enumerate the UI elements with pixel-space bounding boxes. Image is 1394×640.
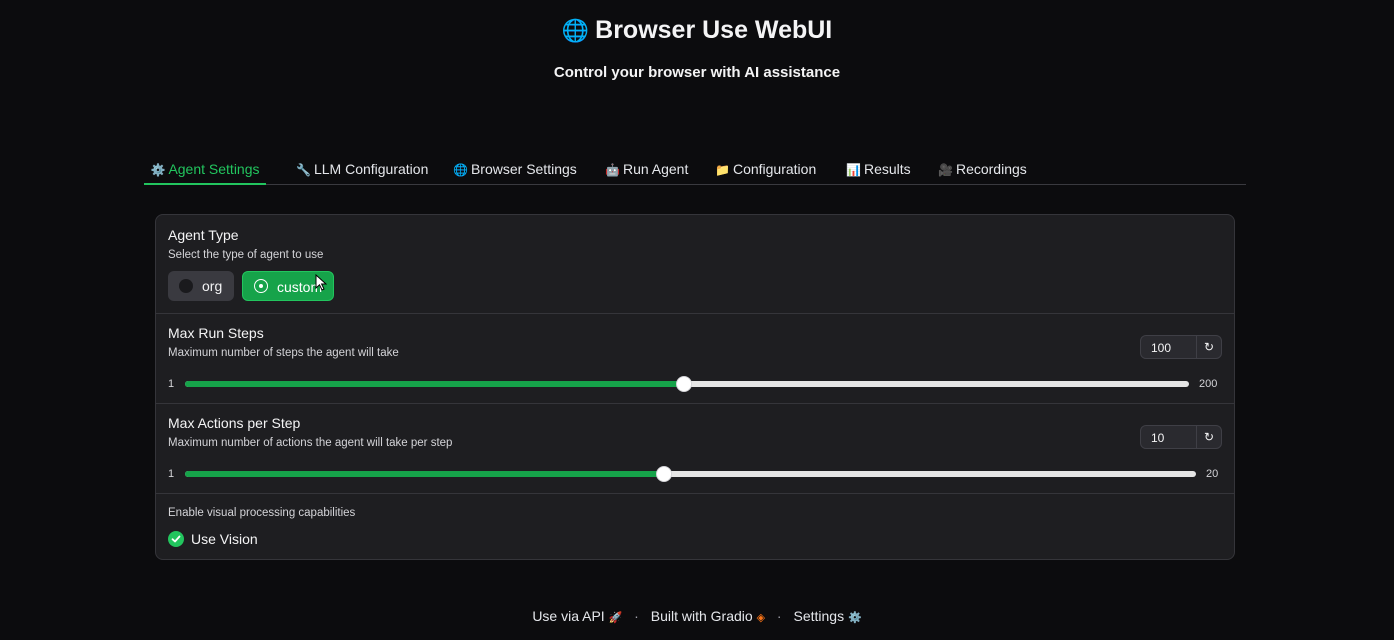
folder-icon: 📁 <box>715 163 730 177</box>
settings-link[interactable]: Settings ⚙️ <box>793 608 861 624</box>
max-actions-number: ↻ <box>1140 425 1222 450</box>
bar-chart-icon: 📊 <box>846 163 861 177</box>
built-with-gradio-link[interactable]: Built with Gradio ◈ <box>651 608 765 624</box>
page-title: 🌐 Browser Use WebUI <box>561 16 833 44</box>
footer: Use via API 🚀 · Built with Gradio ◈ · Se… <box>0 608 1394 624</box>
gradio-logo-icon: ◈ <box>756 612 766 624</box>
tab-results[interactable]: 📊 Results <box>846 154 911 184</box>
slider-min: 1 <box>168 378 175 390</box>
max-run-steps-number: ↻ <box>1140 335 1222 360</box>
slider-max: 200 <box>1199 378 1218 390</box>
tab-run-agent[interactable]: 🤖 Run Agent <box>605 154 688 184</box>
max-actions-label: Max Actions per Step <box>168 415 301 431</box>
agent-type-info: Select the type of agent to use <box>168 249 324 261</box>
agent-settings-panel: Agent Type Select the type of agent to u… <box>155 214 1235 560</box>
max-run-steps-slider[interactable] <box>185 376 1189 392</box>
use-via-api-link[interactable]: Use via API 🚀 <box>532 608 622 624</box>
tab-configuration[interactable]: 📁 Configuration <box>715 154 816 184</box>
separator: · <box>634 608 639 624</box>
max-actions-info: Maximum number of actions the agent will… <box>168 437 453 449</box>
robot-icon: 🤖 <box>605 163 620 177</box>
tab-recordings[interactable]: 🎥 Recordings <box>938 154 1027 184</box>
separator: · <box>776 608 782 624</box>
gear-icon: ⚙️ <box>847 612 862 624</box>
film-icon: 🎥 <box>938 163 953 177</box>
gear-icon: ⚙️ <box>150 163 166 177</box>
max-run-steps-info: Maximum number of steps the agent will t… <box>168 347 399 359</box>
globe-icon: 🌐 <box>453 163 468 177</box>
max-actions-input[interactable] <box>1149 426 1198 450</box>
reset-icon[interactable]: ↻ <box>1196 336 1221 358</box>
max-run-steps-section: Max Run Steps Maximum number of steps th… <box>156 313 1234 404</box>
slider-max: 20 <box>1206 468 1219 480</box>
tab-browser-settings[interactable]: 🌐 Browser Settings <box>453 154 577 184</box>
check-icon <box>171 535 181 543</box>
tab-bar: ⚙️ Agent Settings 🔧 LLM Configuration 🌐 Bro… <box>144 154 1246 185</box>
max-actions-slider[interactable] <box>185 466 1196 482</box>
radio-dot-selected <box>254 279 268 293</box>
agent-type-label: Agent Type <box>168 227 239 243</box>
page-subtitle: Control your browser with AI assistance <box>553 64 841 81</box>
max-actions-section: Max Actions per Step Maximum number of a… <box>156 403 1234 494</box>
rocket-icon: 🚀 <box>608 612 623 624</box>
vision-info: Enable visual processing capabilities <box>168 507 356 519</box>
reset-icon[interactable]: ↻ <box>1196 426 1221 448</box>
wrench-icon: 🔧 <box>296 163 311 177</box>
max-run-steps-label: Max Run Steps <box>168 325 264 341</box>
globe-icon: 🌐 <box>561 18 590 43</box>
radio-org[interactable]: org <box>168 271 234 301</box>
agent-type-section: Agent Type Select the type of agent to u… <box>156 215 1234 314</box>
slider-fill <box>185 471 664 477</box>
radio-dot <box>179 279 193 293</box>
slider-fill <box>185 381 685 387</box>
use-vision-checkbox[interactable] <box>168 531 184 547</box>
tab-agent-settings[interactable]: ⚙️ Agent Settings <box>144 154 266 185</box>
max-run-steps-input[interactable] <box>1149 336 1198 360</box>
use-vision-label: Use Vision <box>191 531 258 547</box>
slider-thumb[interactable] <box>655 466 672 482</box>
tab-llm-configuration[interactable]: 🔧 LLM Configuration <box>296 154 428 184</box>
slider-thumb[interactable] <box>676 376 693 392</box>
slider-min: 1 <box>168 468 175 480</box>
mouse-cursor-icon <box>315 274 327 291</box>
